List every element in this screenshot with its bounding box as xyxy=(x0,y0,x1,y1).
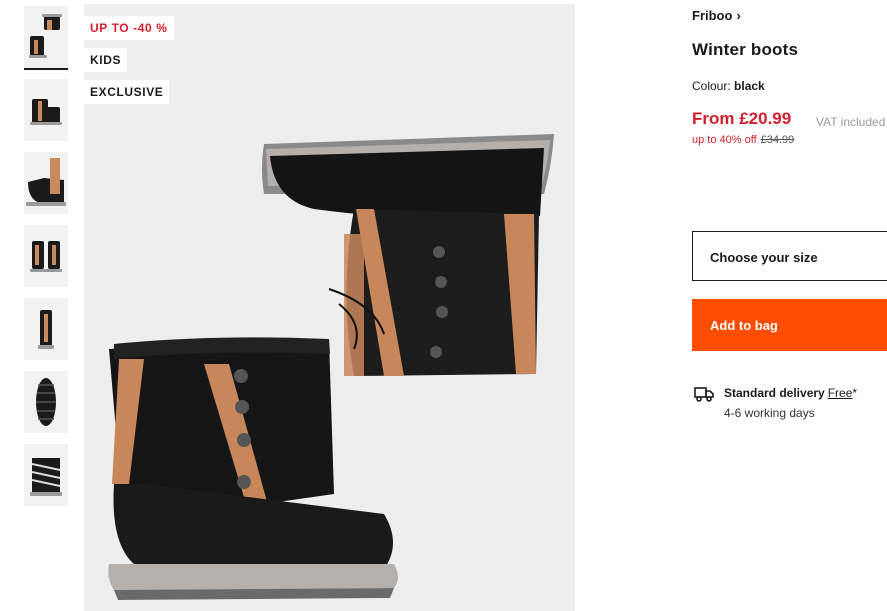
chevron-right-icon: › xyxy=(736,8,741,23)
thumbnail-5[interactable] xyxy=(24,298,68,360)
size-selector[interactable]: Choose your size xyxy=(692,231,887,281)
colour-info: Colour: black xyxy=(692,79,765,93)
vat-note: VAT included xyxy=(816,115,886,129)
thumbnail-2[interactable] xyxy=(24,79,68,141)
thumbnail-3[interactable] xyxy=(24,152,68,214)
delivery-free-link[interactable]: Free xyxy=(828,386,853,400)
kids-badge: KIDS xyxy=(84,48,128,72)
delivery-asterisk: * xyxy=(852,386,858,400)
delivery-info: Standard delivery Free* xyxy=(724,386,857,400)
truck-icon xyxy=(694,387,714,402)
active-thumbnail-indicator xyxy=(24,68,68,70)
size-selector-label: Choose your size xyxy=(710,250,818,265)
price: From £20.99 xyxy=(692,109,792,128)
brand-link[interactable]: Friboo › xyxy=(692,8,741,23)
thumbnail-4[interactable] xyxy=(24,225,68,287)
original-price: £34.99 xyxy=(760,134,795,146)
delivery-label: Standard delivery xyxy=(724,386,825,400)
delivery-time: 4-6 working days xyxy=(724,406,815,420)
thumbnail-6[interactable] xyxy=(24,371,68,433)
thumbnail-7[interactable] xyxy=(24,444,68,506)
colour-value: black xyxy=(734,79,765,93)
colour-label: Colour: xyxy=(692,79,731,93)
discount-badge: UP TO -40 % xyxy=(84,16,174,40)
exclusive-badge: EXCLUSIVE xyxy=(84,80,170,104)
brand-name: Friboo xyxy=(692,8,733,23)
add-to-bag-button[interactable]: Add to bag xyxy=(692,299,887,351)
product-title: Winter boots xyxy=(692,40,799,59)
discount-text: up to 40% off xyxy=(692,134,757,146)
add-to-bag-label: Add to bag xyxy=(710,318,778,333)
discount-info: up to 40% off £34.99 xyxy=(692,134,794,146)
thumbnail-1[interactable] xyxy=(24,6,68,68)
